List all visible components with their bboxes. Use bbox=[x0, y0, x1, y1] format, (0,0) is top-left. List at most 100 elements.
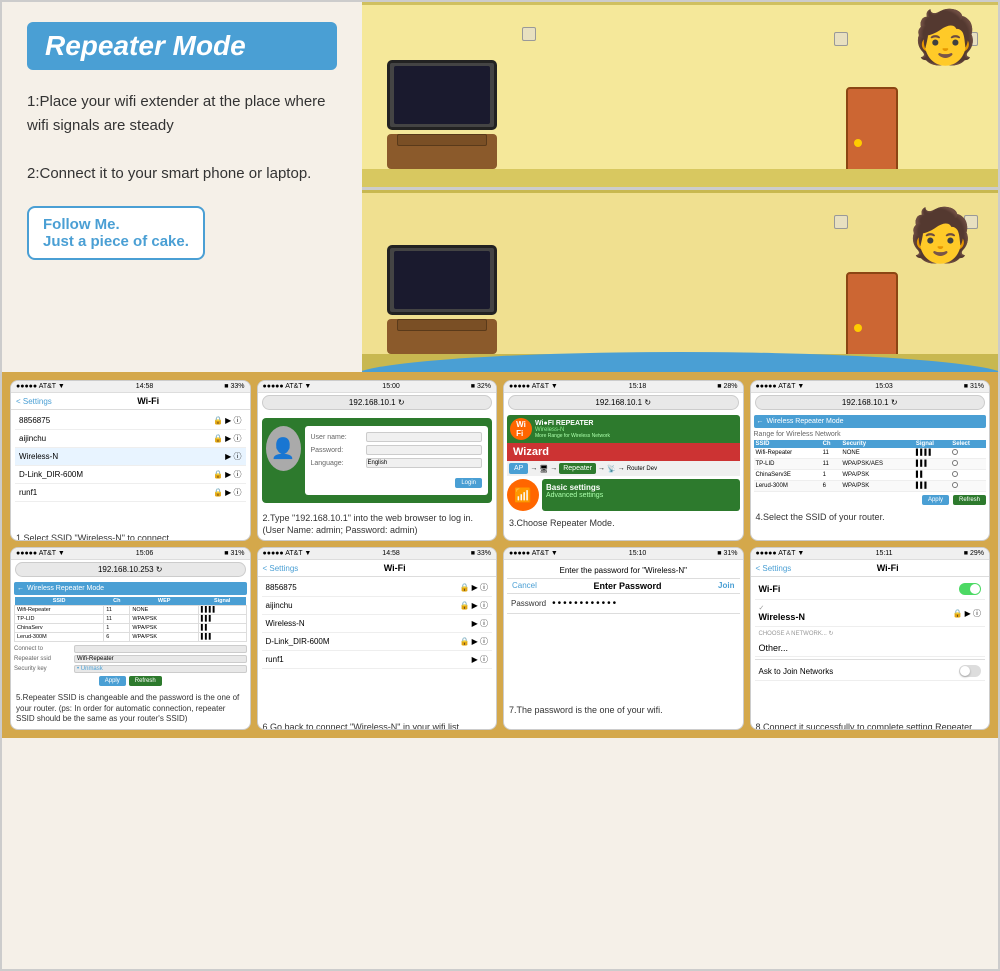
join-btn[interactable]: Join bbox=[718, 581, 734, 591]
steps-row-1: ●●●●● AT&T ▼ 14:58 ■ 33% < Settings Wi-F… bbox=[2, 372, 998, 541]
enter-password-header: Enter the password for "Wireless-N" bbox=[507, 563, 740, 579]
ssid-row-3[interactable]: ChinaServ3E 1 WPA/PSK ▌▌ bbox=[754, 470, 987, 481]
step-6-caption: 6.Go back to connect "Wireless-N" in you… bbox=[258, 718, 497, 730]
connected-network-row: ✓ Wireless-N 🔒 ▶ ⓘ bbox=[755, 600, 986, 627]
wizard-title-bar: Wizard bbox=[507, 443, 740, 461]
wifi-logo-bar: WiFi Wi●FI REPEATER Wireless-N More Rang… bbox=[507, 415, 740, 443]
room-scene-bottom: 🧑 bbox=[362, 187, 998, 372]
wifi-item-wireless-n[interactable]: Wireless-N ▶ ⓘ bbox=[15, 448, 246, 466]
left-panel: Repeater Mode 1:Place your wifi extender… bbox=[2, 2, 362, 372]
repeater-ssid-row: Repeater ssid Wifi-Repeater bbox=[14, 655, 247, 663]
wizard-settings-area: 📶 Basic settings Advanced settings bbox=[507, 479, 740, 511]
wizard-nav-row: AP → 🖥 → Repeater → 📡 → Router Dev bbox=[507, 461, 740, 476]
choose-network-label: CHOOSE A NETWORK... ↻ bbox=[755, 627, 986, 640]
repeater-table: SSID Ch WEP Signal Wifi-Repeater 11 NONE… bbox=[14, 597, 247, 642]
phone-6-nav: < Settings Wi-Fi bbox=[258, 560, 497, 577]
page-title: Repeater Mode bbox=[45, 30, 319, 62]
repeater-row-4[interactable]: Lerud-300M 6 WPA/PSK ▌▌▌ bbox=[15, 633, 247, 642]
phone-3-status: ●●●●● AT&T ▼ 15:18 ■ 28% bbox=[504, 381, 743, 393]
login-btn[interactable]: Login bbox=[455, 478, 482, 488]
ssid-row-4[interactable]: Lerud-300M 6 WPA/PSK ▌▌▌ bbox=[754, 481, 987, 492]
step-1-caption: 1.Select SSID "Wireless-N" to connect. bbox=[11, 529, 250, 541]
username-row: User name: bbox=[311, 432, 483, 442]
follow-box: Follow Me. Just a piece of cake. bbox=[27, 206, 205, 260]
wifi6-item-dlink: D-Link_DIR-600M 🔒 ▶ ⓘ bbox=[262, 633, 493, 651]
step-4-caption: 4.Select the SSID of your router. bbox=[751, 508, 990, 528]
wifi6-item-runf1: runf1 ▶ ⓘ bbox=[262, 651, 493, 669]
phone-5-url[interactable]: 192.168.10.253 ↻ bbox=[15, 562, 246, 577]
phone-step-2: ●●●●● AT&T ▼ 15:00 ■ 32% 192.168.10.1 ↻ … bbox=[257, 380, 498, 541]
range-label: Range for Wireless Network bbox=[754, 431, 987, 438]
follow-text: Follow Me. bbox=[43, 216, 189, 233]
phone-step-6: ●●●●● AT&T ▼ 14:58 ■ 33% < Settings Wi-F… bbox=[257, 547, 498, 729]
refresh-btn-5[interactable]: Refresh bbox=[129, 676, 162, 686]
step2-text: 2:Connect it to your smart phone or lapt… bbox=[27, 162, 337, 186]
step1-text: 1:Place your wifi extender at the place … bbox=[27, 90, 337, 138]
character-bottom: 🧑 bbox=[908, 205, 973, 266]
security-key-row: Security key • Unmask bbox=[14, 665, 247, 673]
apply-btn-5[interactable]: Apply bbox=[99, 676, 126, 686]
apply-btn-4[interactable]: Apply bbox=[922, 495, 949, 505]
other-network-row[interactable]: Other... bbox=[755, 640, 986, 657]
wifi6-item-wireless-n[interactable]: Wireless-N ▶ ⓘ bbox=[262, 615, 493, 633]
enter-password-title: Enter Password bbox=[593, 581, 661, 591]
login-avatar: 👤 bbox=[266, 426, 301, 471]
title-box: Repeater Mode bbox=[27, 22, 337, 70]
phone-8-status: ●●●●● AT&T ▼ 15:11 ■ 29% bbox=[751, 548, 990, 560]
ssid-row-2[interactable]: TP-LID 11 WPA/PSK/AES ▌▌▌ bbox=[754, 459, 987, 470]
phone-4-url[interactable]: 192.168.10.1 ↻ bbox=[755, 395, 986, 410]
repeater-mode-header: ← Wireless Repeater Mode bbox=[14, 582, 247, 595]
floor-top bbox=[362, 169, 998, 187]
instructions-text: 1:Place your wifi extender at the place … bbox=[27, 90, 337, 186]
step-5-caption: 5.Repeater SSID is changeable and the pa… bbox=[11, 689, 250, 728]
settings-list: Basic settings Advanced settings bbox=[542, 479, 740, 511]
main-container: Repeater Mode 1:Place your wifi extender… bbox=[0, 0, 1000, 971]
phone-step-7: ●●●●● AT&T ▼ 15:10 ■ 31% Enter the passw… bbox=[503, 547, 744, 729]
phone-6-content: 8856875 🔒 ▶ ⓘ aijinchu 🔒 ▶ ⓘ Wireless-N … bbox=[258, 577, 497, 717]
login-form-inner: User name: Password: Language: English bbox=[305, 426, 489, 495]
phone-1-status: ●●●●● AT&T ▼ 14:58 ■ 33% bbox=[11, 381, 250, 393]
connect-to-row: Connect to bbox=[14, 645, 247, 653]
cancel-btn[interactable]: Cancel bbox=[512, 581, 537, 591]
phone-5-status: ●●●●● AT&T ▼ 15:06 ■ 31% bbox=[11, 548, 250, 560]
repeater-row-1[interactable]: Wifi-Repeater 11 NONE ▌▌▌▌ bbox=[15, 606, 247, 615]
phone-step-1: ●●●●● AT&T ▼ 14:58 ■ 33% < Settings Wi-F… bbox=[10, 380, 251, 541]
login-button-area: Login bbox=[311, 471, 483, 489]
phone-1-nav: < Settings Wi-Fi bbox=[11, 393, 250, 410]
repeater-row-3[interactable]: ChinaServ 1 WPA/PSK ▌▌ bbox=[15, 624, 247, 633]
phone-6-status: ●●●●● AT&T ▼ 14:58 ■ 33% bbox=[258, 548, 497, 560]
wifi-item-2: aijinchu 🔒 ▶ ⓘ bbox=[15, 430, 246, 448]
wall-outlet-1 bbox=[834, 32, 848, 46]
phone-3-url[interactable]: 192.168.10.1 ↻ bbox=[508, 395, 739, 410]
tv-monitor bbox=[387, 60, 497, 130]
phone-2-content: 👤 User name: Password: bbox=[258, 412, 497, 509]
wall-outlet-3 bbox=[522, 27, 536, 41]
top-section: Repeater Mode 1:Place your wifi extender… bbox=[2, 2, 998, 372]
wifi-item-1: 8856875 🔒 ▶ ⓘ bbox=[15, 412, 246, 430]
wifi-logo-text: Wi●FI REPEATER Wireless-N More Range for… bbox=[535, 420, 610, 439]
phone-step-8: ●●●●● AT&T ▼ 15:11 ■ 29% < Settings Wi-F… bbox=[750, 547, 991, 729]
wall-outlet-4 bbox=[834, 215, 848, 229]
repeater-row-2[interactable]: TP-LID 11 WPA/PSK ▌▌▌ bbox=[15, 615, 247, 624]
connect-info: Connect to Repeater ssid Wifi-Repeater S… bbox=[14, 645, 247, 673]
step-2-caption: 2.Type "192.168.10.1" into the web brows… bbox=[258, 509, 497, 540]
phone-2-url[interactable]: 192.168.10.1 ↻ bbox=[262, 395, 493, 410]
language-row: Language: English bbox=[311, 458, 483, 468]
ask-join-row: Ask to Join Networks bbox=[755, 662, 986, 681]
wizard-ap-btn[interactable]: AP bbox=[509, 463, 528, 474]
phone-7-content: Enter the password for "Wireless-N" Canc… bbox=[504, 560, 743, 700]
phone-8-nav: < Settings Wi-Fi bbox=[751, 560, 990, 577]
password-row: Password: bbox=[311, 445, 483, 455]
wifi-toggle-row: Wi-Fi bbox=[755, 579, 986, 600]
ssid-row-1[interactable]: Wifi-Repeater 11 NONE ▌▌▌▌ bbox=[754, 448, 987, 459]
phone-5-action-btns: Apply Refresh bbox=[14, 676, 247, 686]
phone-5-content: ← Wireless Repeater Mode SSID Ch WEP Sig… bbox=[11, 579, 250, 689]
illustration-area: 🧑 bbox=[362, 2, 998, 372]
refresh-btn-4[interactable]: Refresh bbox=[953, 495, 986, 505]
follow-text2: Just a piece of cake. bbox=[43, 233, 189, 250]
wifi6-item-1: 8856875 🔒 ▶ ⓘ bbox=[262, 579, 493, 597]
ask-join-toggle[interactable] bbox=[959, 665, 981, 677]
wifi-toggle[interactable] bbox=[959, 583, 981, 595]
wifi-logo-circle: WiFi bbox=[510, 418, 532, 440]
wizard-repeater-btn[interactable]: Repeater bbox=[559, 463, 596, 474]
